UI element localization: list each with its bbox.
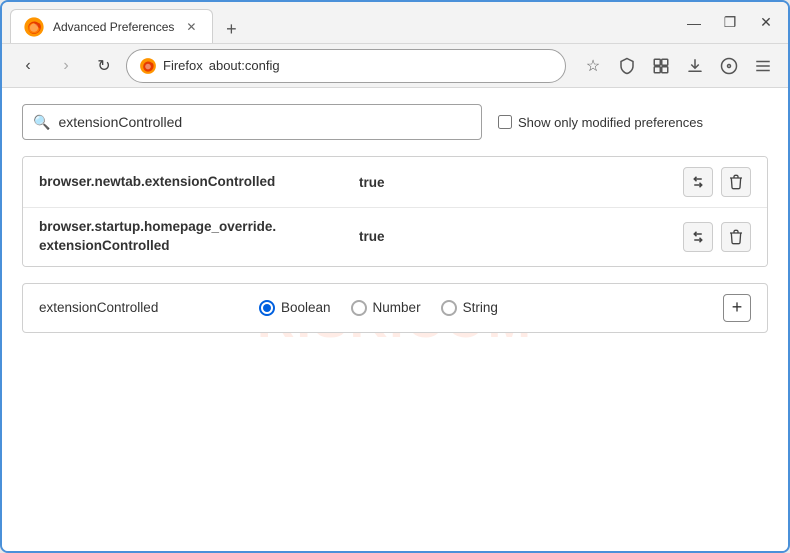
pref-name-2: browser.startup.homepage_override.extens…: [39, 218, 359, 256]
back-button[interactable]: ‹: [12, 50, 44, 82]
swap-arrows-icon: [689, 228, 707, 246]
active-tab[interactable]: Advanced Preferences ✕: [10, 9, 213, 43]
string-label: String: [463, 300, 498, 315]
string-radio[interactable]: [441, 300, 457, 316]
swap-arrows-icon: [689, 173, 707, 191]
tab-title: Advanced Preferences: [53, 20, 174, 34]
type-radio-group: Boolean Number String: [259, 300, 723, 316]
pref-name-1: browser.newtab.extensionControlled: [39, 173, 359, 192]
tab-area: Advanced Preferences ✕ +: [10, 2, 676, 43]
tab-close-button[interactable]: ✕: [182, 18, 200, 36]
search-container: 🔍 Show only modified preferences: [22, 104, 768, 140]
pref-value-2: true: [359, 229, 683, 244]
toggle-button-1[interactable]: [683, 167, 713, 197]
number-radio[interactable]: [351, 300, 367, 316]
boolean-label: Boolean: [281, 300, 331, 315]
search-input-wrapper: 🔍: [22, 104, 482, 140]
forward-button[interactable]: ›: [50, 50, 82, 82]
browser-brand-label: Firefox: [163, 58, 203, 73]
delete-button-1[interactable]: [721, 167, 751, 197]
trash-icon: [728, 229, 744, 245]
title-bar: Advanced Preferences ✕ + — ❐ ✕: [2, 2, 788, 44]
trash-icon: [728, 174, 744, 190]
url-input[interactable]: [209, 58, 553, 73]
search-input[interactable]: [58, 114, 471, 130]
firefox-logo-icon: [139, 57, 157, 75]
pref-value-1: true: [359, 175, 683, 190]
browser-window: Advanced Preferences ✕ + — ❐ ✕ ‹ › ↻ Fir…: [0, 0, 790, 553]
add-preference-button[interactable]: +: [723, 294, 751, 322]
show-modified-text: Show only modified preferences: [518, 115, 703, 130]
string-radio-label[interactable]: String: [441, 300, 498, 316]
nav-icons: ☆: [578, 51, 778, 81]
refresh-button[interactable]: ↻: [88, 50, 120, 82]
add-preference-row: extensionControlled Boolean Number Strin…: [22, 283, 768, 333]
row-actions-1: [683, 167, 751, 197]
menu-button[interactable]: [748, 51, 778, 81]
delete-button-2[interactable]: [721, 222, 751, 252]
table-row: browser.startup.homepage_override.extens…: [23, 208, 767, 266]
hamburger-icon: [754, 57, 772, 75]
shield-button[interactable]: [612, 51, 642, 81]
new-pref-name: extensionControlled: [39, 300, 259, 315]
bookmark-button[interactable]: ☆: [578, 51, 608, 81]
maximize-button[interactable]: ❐: [716, 9, 744, 37]
extension-button[interactable]: [646, 51, 676, 81]
number-radio-label[interactable]: Number: [351, 300, 421, 316]
window-controls: — ❐ ✕: [680, 9, 780, 37]
number-label: Number: [373, 300, 421, 315]
results-table: browser.newtab.extensionControlled true: [22, 156, 768, 267]
show-modified-checkbox[interactable]: [498, 115, 512, 129]
puzzle-icon: [652, 57, 670, 75]
search-icon: 🔍: [33, 114, 50, 131]
new-tab-button[interactable]: +: [217, 15, 245, 43]
download-icon: [686, 57, 704, 75]
shield-icon: [618, 57, 636, 75]
table-row: browser.newtab.extensionControlled true: [23, 157, 767, 208]
toggle-button-2[interactable]: [683, 222, 713, 252]
account-icon: [720, 57, 738, 75]
page-content: RISK.COM 🔍 Show only modified preference…: [2, 88, 788, 551]
row-actions-2: [683, 222, 751, 252]
tab-favicon: [23, 16, 45, 38]
boolean-radio-label[interactable]: Boolean: [259, 300, 331, 316]
address-bar[interactable]: Firefox: [126, 49, 566, 83]
nav-bar: ‹ › ↻ Firefox ☆: [2, 44, 788, 88]
show-modified-label[interactable]: Show only modified preferences: [498, 115, 703, 130]
account-button[interactable]: [714, 51, 744, 81]
download-button[interactable]: [680, 51, 710, 81]
boolean-radio[interactable]: [259, 300, 275, 316]
minimize-button[interactable]: —: [680, 9, 708, 37]
close-button[interactable]: ✕: [752, 9, 780, 37]
